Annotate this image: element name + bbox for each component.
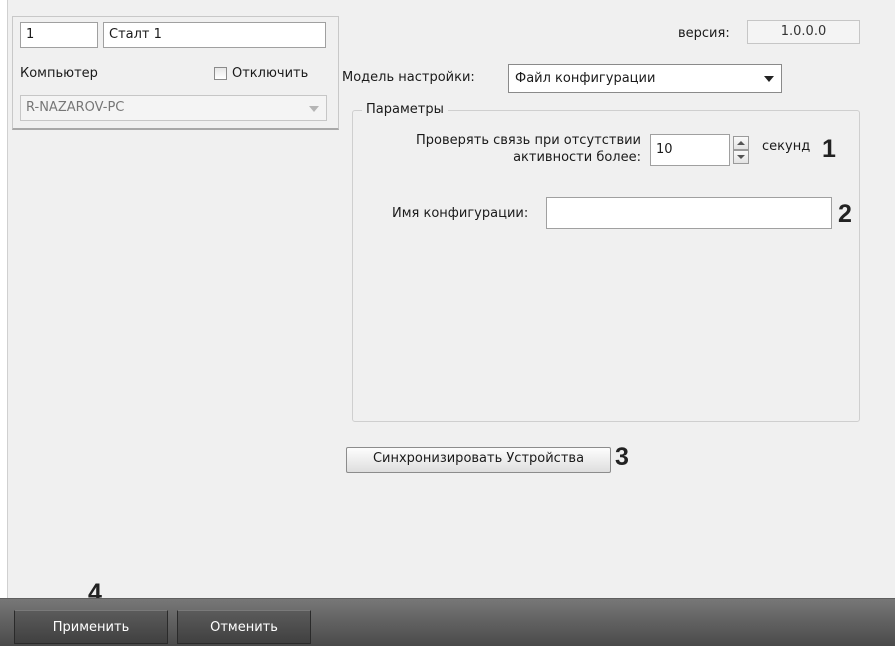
- config-name-label: Имя конфигурации:: [392, 206, 529, 221]
- device-id-field[interactable]: 1: [20, 22, 98, 48]
- device-name-field[interactable]: Сталт 1: [103, 22, 326, 48]
- config-name-input[interactable]: [546, 197, 832, 229]
- seconds-unit-label: секунд: [762, 139, 811, 154]
- cancel-button[interactable]: Отменить: [177, 610, 311, 644]
- check-link-label-line2: активности более:: [513, 150, 641, 165]
- chevron-down-icon: [764, 76, 774, 82]
- callout-marker-3: 3: [615, 443, 629, 471]
- arrow-down-icon: [737, 155, 745, 159]
- spin-up-button[interactable]: [733, 136, 749, 150]
- spin-down-button[interactable]: [733, 150, 749, 164]
- chevron-down-icon: [309, 106, 319, 112]
- arrow-up-icon: [737, 141, 745, 145]
- settings-model-select[interactable]: Файл конфигурации: [508, 64, 782, 93]
- version-field: 1.0.0.0: [747, 20, 860, 44]
- version-label: версия:: [678, 26, 730, 41]
- computer-label: Компьютер: [20, 66, 98, 81]
- disable-label: Отключить: [232, 66, 309, 81]
- settings-model-label: Модель настройки:: [342, 70, 475, 85]
- computer-select[interactable]: R-NAZAROV-PC: [20, 95, 327, 121]
- parameters-legend: Параметры: [362, 101, 448, 119]
- settings-model-value: Файл конфигурации: [515, 71, 656, 86]
- apply-button[interactable]: Применить: [14, 610, 168, 644]
- callout-marker-2: 2: [838, 200, 852, 228]
- check-link-interval-input[interactable]: 10: [650, 134, 730, 166]
- computer-select-value: R-NAZAROV-PC: [26, 100, 125, 115]
- disable-checkbox[interactable]: [214, 67, 227, 80]
- check-link-label: Проверять связь при отсутствии активност…: [300, 132, 641, 166]
- sync-devices-button[interactable]: Синхронизировать Устройства: [346, 447, 611, 473]
- check-link-label-line1: Проверять связь при отсутствии: [416, 133, 641, 148]
- callout-marker-1: 1: [822, 135, 836, 163]
